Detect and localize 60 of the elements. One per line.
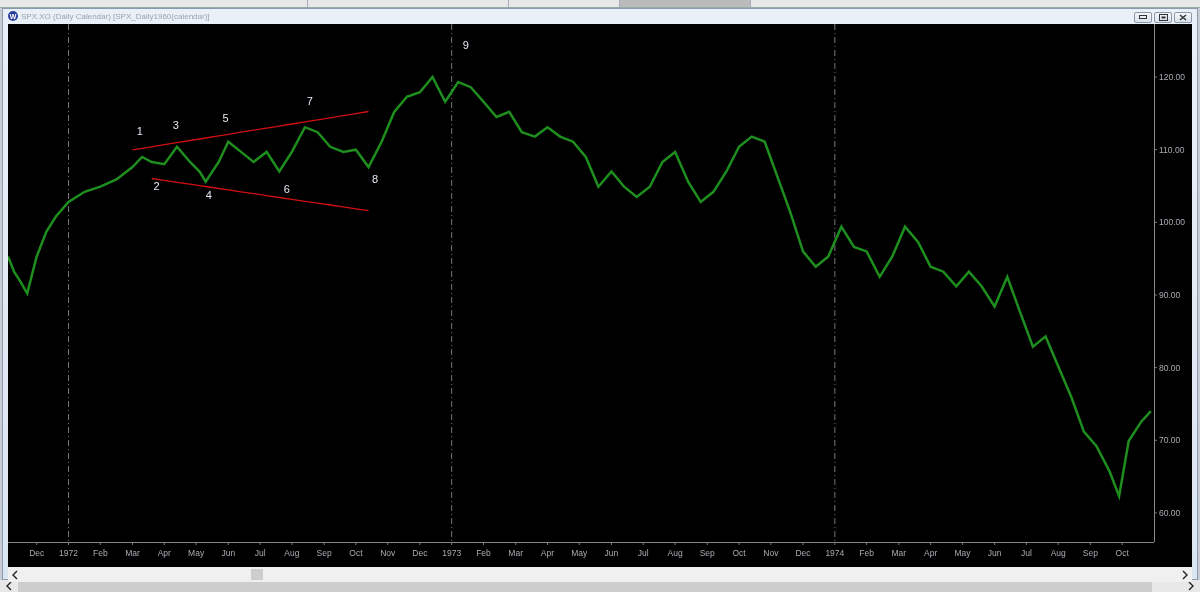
- axis-label: 70.00: [1159, 435, 1181, 446]
- wave-label: 1: [136, 125, 143, 138]
- axis-label: Jun: [221, 548, 236, 558]
- wave-label: 5: [222, 112, 229, 125]
- wave-label: 3: [172, 118, 179, 131]
- axis-label: 90.00: [1159, 290, 1181, 300]
- axis-label: Feb: [859, 548, 874, 558]
- axis-label: 110.00: [1159, 144, 1185, 155]
- restore-icon: [1158, 13, 1168, 21]
- axis-label: Sep: [699, 548, 715, 558]
- axis-label: Dec: [412, 548, 428, 558]
- axis-label: Jun: [604, 548, 619, 558]
- axis-label: 1973: [442, 548, 462, 558]
- axis-label: Oct: [1115, 548, 1129, 558]
- axis-label: Dec: [29, 548, 45, 558]
- axis-label: Mar: [125, 548, 140, 558]
- axis-label: Oct: [349, 548, 363, 558]
- axis-label: May: [188, 548, 205, 558]
- window-title: SPX.XO (Daily Calendar) [SPX_Daily1960(calendar)]: [21, 11, 211, 21]
- close-button[interactable]: [1174, 11, 1192, 23]
- axis-label: May: [954, 548, 971, 558]
- wave-label: 8: [372, 173, 379, 186]
- scroll-thumb[interactable]: [251, 569, 263, 580]
- close-icon: [1179, 13, 1187, 21]
- wave-label: 6: [283, 182, 290, 195]
- scroll-thumb[interactable]: [18, 580, 1152, 592]
- axis-label: 80.00: [1159, 362, 1181, 373]
- axis-label: Apr: [540, 548, 555, 558]
- axis-label: 1972: [59, 548, 78, 558]
- wave-label: 2: [153, 179, 160, 192]
- axis-label: Feb: [476, 548, 491, 558]
- axis-label: Aug: [667, 548, 683, 558]
- axis-label: Nov: [763, 548, 779, 558]
- axis-label: Sep: [316, 548, 332, 558]
- axis-label: Oct: [732, 548, 746, 558]
- axis-label: Apr: [157, 548, 171, 558]
- axis-label: Jul: [254, 548, 266, 558]
- axis-label: 60.00: [1159, 507, 1181, 518]
- axis-label: Mar: [891, 548, 907, 558]
- axis-label: Apr: [924, 548, 938, 558]
- axis-label: Feb: [93, 548, 108, 558]
- wave-label: 4: [205, 189, 212, 202]
- axis-label: May: [571, 548, 588, 558]
- wave-label: 7: [306, 94, 313, 107]
- minimize-icon: [1139, 15, 1147, 19]
- axis-label: Sep: [1082, 548, 1098, 558]
- axis-label: Nov: [380, 548, 396, 558]
- axis-label: 100.00: [1159, 217, 1185, 228]
- axis-label: 1974: [825, 548, 845, 558]
- restore-button[interactable]: [1154, 11, 1172, 23]
- axis-label: Aug: [1050, 548, 1066, 558]
- axis-label: Aug: [284, 548, 300, 558]
- wave-label: 9: [462, 39, 469, 52]
- axis-label: Jul: [637, 548, 649, 558]
- minimize-button[interactable]: [1134, 11, 1152, 23]
- axis-label: Jun: [987, 548, 1002, 558]
- axis-label: Jul: [1020, 548, 1032, 558]
- axis-label: Mar: [508, 548, 523, 558]
- axis-label: 120.00: [1159, 72, 1185, 83]
- axis-label: Dec: [795, 548, 811, 558]
